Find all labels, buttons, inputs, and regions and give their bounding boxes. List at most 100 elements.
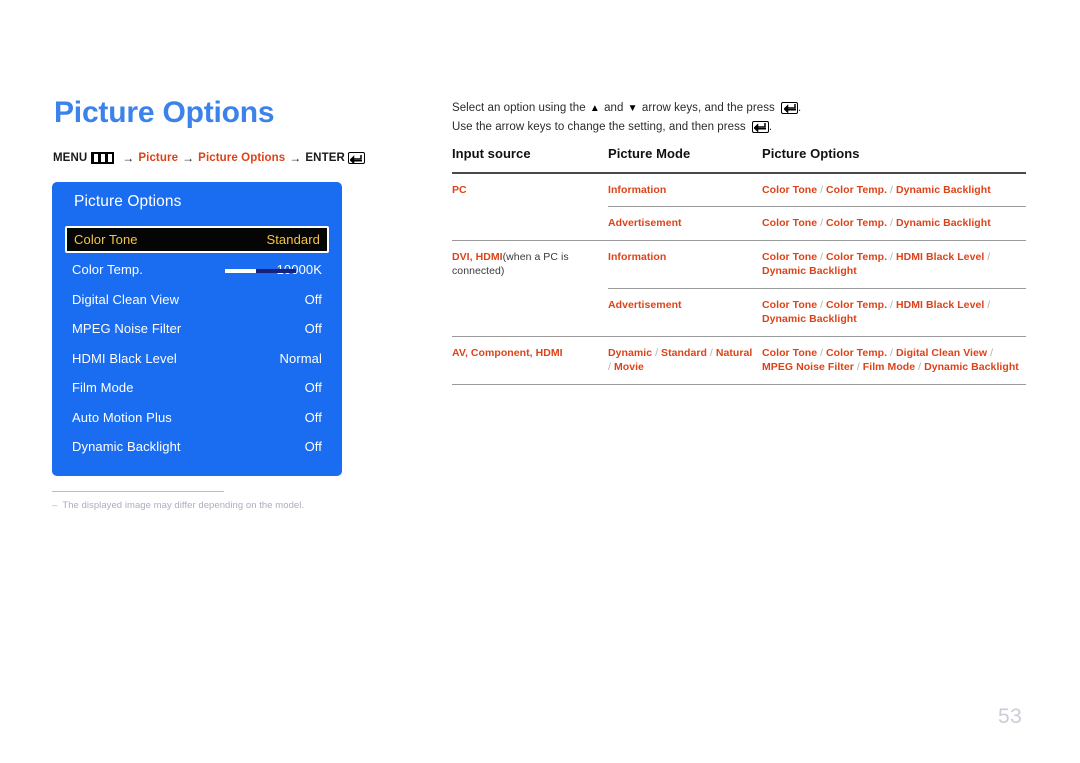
table-row: DVI, HDMI(when a PC is connected) Inform… xyxy=(452,241,1026,288)
instruction-line-1: Select an option using the ▲ and ▼ arrow… xyxy=(452,99,801,118)
osd-item-label: Film Mode xyxy=(72,380,134,396)
osd-item-value: Off xyxy=(304,321,322,337)
osd-item-digital-clean-view[interactable]: Digital Clean View Off xyxy=(72,285,322,315)
cell-picture-options: Color Tone / Color Temp. / Dynamic Backl… xyxy=(762,217,991,230)
option-separator: / xyxy=(817,250,827,263)
instruction-2-part-a: Use the arrow keys to change the setting… xyxy=(452,121,749,133)
arrow-up-icon: ▲ xyxy=(589,103,600,114)
breadcrumb-arrow-2: → xyxy=(182,151,195,165)
cell-picture-mode: Information xyxy=(608,250,667,263)
osd-picture-options-panel: Picture Options Color Tone Standard Colo… xyxy=(52,182,342,476)
cell-input-source-main: DVI, HDMI xyxy=(452,250,503,263)
menu-bars-icon xyxy=(91,152,115,164)
cell-picture-options: Color Tone / Color Temp. / HDMI Black Le… xyxy=(762,250,991,278)
cell-picture-options: Color Tone / Color Temp. / HDMI Black Le… xyxy=(762,298,991,326)
cell-picture-mode: Advertisement xyxy=(608,298,682,311)
osd-item-label: Color Tone xyxy=(74,232,138,247)
option-separator: / xyxy=(887,298,896,311)
table-header-row: Input source Picture Mode Picture Option… xyxy=(452,146,1026,172)
breadcrumb-enter-label: ENTER xyxy=(305,152,345,164)
osd-item-color-temp[interactable]: Color Temp. 10000K xyxy=(72,255,322,285)
osd-item-value: Off xyxy=(304,409,322,425)
instructions: Select an option using the ▲ and ▼ arrow… xyxy=(452,99,801,137)
footnote-divider xyxy=(52,491,224,492)
enter-return-icon xyxy=(347,152,365,164)
osd-item-value: Standard xyxy=(266,232,320,247)
breadcrumb-arrow-1: → xyxy=(122,151,135,165)
option-separator: / xyxy=(706,346,716,359)
osd-item-label: HDMI Black Level xyxy=(72,350,177,366)
osd-panel-title: Picture Options xyxy=(74,193,182,210)
table-row: AV, Component, HDMI Dynamic / Standard /… xyxy=(452,337,1026,384)
breadcrumb-step-picture-options: Picture Options xyxy=(198,152,286,164)
option-separator: / xyxy=(915,361,925,374)
option-separator: / xyxy=(987,346,994,359)
instruction-1-part-c: arrow keys, and the press xyxy=(638,102,779,114)
option-separator: / xyxy=(817,183,827,196)
osd-item-label: Dynamic Backlight xyxy=(72,439,181,455)
osd-item-label: Auto Motion Plus xyxy=(72,409,172,425)
cell-picture-mode: Information xyxy=(608,183,667,196)
osd-item-color-tone[interactable]: Color Tone Standard xyxy=(65,226,329,253)
cell-picture-mode: Dynamic / Standard / Natural / Movie xyxy=(608,346,753,374)
table-bottom-divider xyxy=(452,383,1026,385)
cell-picture-mode: Advertisement xyxy=(608,217,682,230)
footnote-dash: – xyxy=(52,500,58,511)
option-separator: / xyxy=(817,298,827,311)
page-title: Picture Options xyxy=(54,96,275,129)
osd-item-value: Off xyxy=(304,291,322,307)
enter-return-icon xyxy=(751,120,769,133)
osd-item-value: Off xyxy=(304,439,322,455)
cell-input-source: AV, Component, HDMI xyxy=(452,346,563,359)
cell-input-source: PC xyxy=(452,183,467,196)
option-separator: / xyxy=(887,217,896,230)
enter-return-icon xyxy=(781,101,799,114)
instruction-line-2: Use the arrow keys to change the setting… xyxy=(452,118,801,137)
table-row: Advertisement Color Tone / Color Temp. /… xyxy=(452,289,1026,336)
arrow-down-icon: ▼ xyxy=(627,103,638,114)
option-separator: / xyxy=(652,346,662,359)
option-separator: / xyxy=(887,346,896,359)
color-temp-slider[interactable] xyxy=(225,268,296,273)
osd-item-mpeg-noise-filter[interactable]: MPEG Noise Filter Off xyxy=(72,314,322,344)
osd-menu-list: Color Tone Standard Color Temp. 10000K D… xyxy=(52,226,342,462)
instruction-1-part-a: Select an option using the xyxy=(452,102,589,114)
column-header-picture-mode: Picture Mode xyxy=(608,146,691,161)
option-separator: / xyxy=(608,361,614,374)
breadcrumb-menu-label: MENU xyxy=(53,152,88,164)
osd-item-film-mode[interactable]: Film Mode Off xyxy=(72,373,322,403)
osd-item-value: Normal xyxy=(279,350,322,366)
cell-picture-options: Color Tone / Color Temp. / Digital Clean… xyxy=(762,346,1019,374)
option-separator: / xyxy=(984,298,991,311)
option-separator: / xyxy=(887,250,896,263)
osd-item-label: Digital Clean View xyxy=(72,291,180,307)
osd-item-auto-motion-plus[interactable]: Auto Motion Plus Off xyxy=(72,403,322,433)
option-separator: / xyxy=(984,250,991,263)
osd-item-label: Color Temp. xyxy=(72,262,143,278)
cell-input-source: DVI, HDMI(when a PC is connected) xyxy=(452,250,608,279)
cell-input-source-empty xyxy=(452,298,608,327)
page-number: 53 xyxy=(998,705,1023,728)
instruction-1-period: . xyxy=(798,102,802,114)
option-separator: / xyxy=(887,183,896,196)
breadcrumb-step-picture: Picture xyxy=(138,152,179,164)
option-separator: / xyxy=(817,346,827,359)
osd-item-value: Off xyxy=(304,380,322,396)
cell-input-source-empty xyxy=(452,216,608,231)
instruction-2-period: . xyxy=(768,121,773,133)
osd-item-label: MPEG Noise Filter xyxy=(72,321,182,337)
column-header-input-source: Input source xyxy=(452,146,531,161)
column-header-picture-options: Picture Options xyxy=(762,146,860,161)
table-row: PC Information Color Tone / Color Temp. … xyxy=(452,174,1026,207)
osd-item-hdmi-black-level[interactable]: HDMI Black Level Normal xyxy=(72,344,322,374)
picture-options-table: Input source Picture Mode Picture Option… xyxy=(452,146,1026,385)
cell-picture-options: Color Tone / Color Temp. / Dynamic Backl… xyxy=(762,183,991,196)
osd-item-dynamic-backlight[interactable]: Dynamic Backlight Off xyxy=(72,432,322,462)
table-row: Advertisement Color Tone / Color Temp. /… xyxy=(452,207,1026,240)
slider-fill xyxy=(225,268,256,273)
option-separator: / xyxy=(853,361,863,374)
footnote-text: The displayed image may differ depending… xyxy=(62,500,305,511)
footnote: – The displayed image may differ dependin… xyxy=(52,500,304,511)
option-separator: / xyxy=(817,217,827,230)
instruction-1-part-b: and xyxy=(600,102,627,114)
